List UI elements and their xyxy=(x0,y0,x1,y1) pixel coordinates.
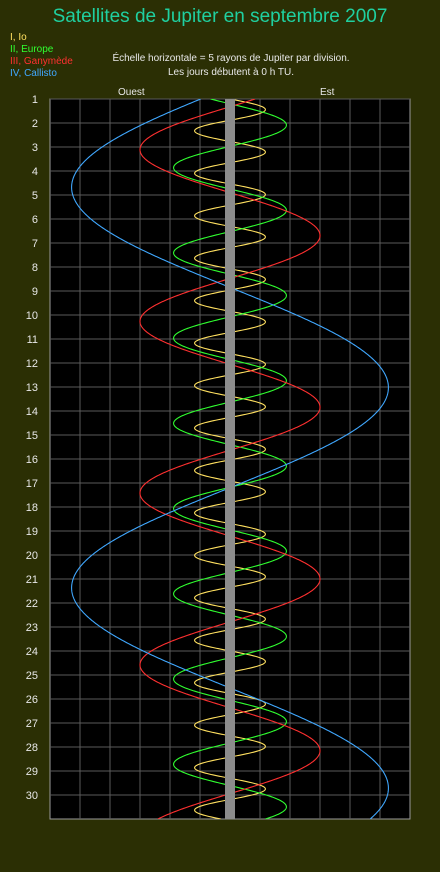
day-label: 28 xyxy=(26,742,38,754)
day-label: 11 xyxy=(27,334,38,346)
day-label: 15 xyxy=(26,430,38,442)
day-label: 25 xyxy=(26,670,38,682)
day-label: 30 xyxy=(26,790,38,802)
day-label: 14 xyxy=(26,406,38,418)
day-label: 24 xyxy=(26,646,38,658)
day-label: 26 xyxy=(26,694,38,706)
day-label: 21 xyxy=(26,574,38,586)
day-label: 6 xyxy=(32,214,38,226)
day-label: 7 xyxy=(32,238,38,250)
day-label: 29 xyxy=(26,766,38,778)
day-label: 16 xyxy=(26,454,38,466)
day-label: 13 xyxy=(26,382,38,394)
satellite-chart: 1234567891011121314151617181920212223242… xyxy=(26,94,411,820)
day-label: 8 xyxy=(32,262,38,274)
day-label: 9 xyxy=(32,286,38,298)
day-label: 5 xyxy=(32,190,38,202)
day-label: 23 xyxy=(26,622,38,634)
day-label: 17 xyxy=(26,478,38,490)
day-label: 4 xyxy=(32,166,38,178)
day-label: 18 xyxy=(26,502,38,514)
day-label: 3 xyxy=(32,142,38,154)
day-label: 19 xyxy=(26,526,38,538)
day-label: 1 xyxy=(32,94,38,106)
day-label: 12 xyxy=(26,358,38,370)
jupiter-band xyxy=(225,99,235,819)
day-label: 20 xyxy=(26,550,38,562)
day-label: 10 xyxy=(26,310,38,322)
day-label: 2 xyxy=(32,118,38,130)
day-label: 27 xyxy=(26,718,38,730)
day-label: 22 xyxy=(26,598,38,610)
